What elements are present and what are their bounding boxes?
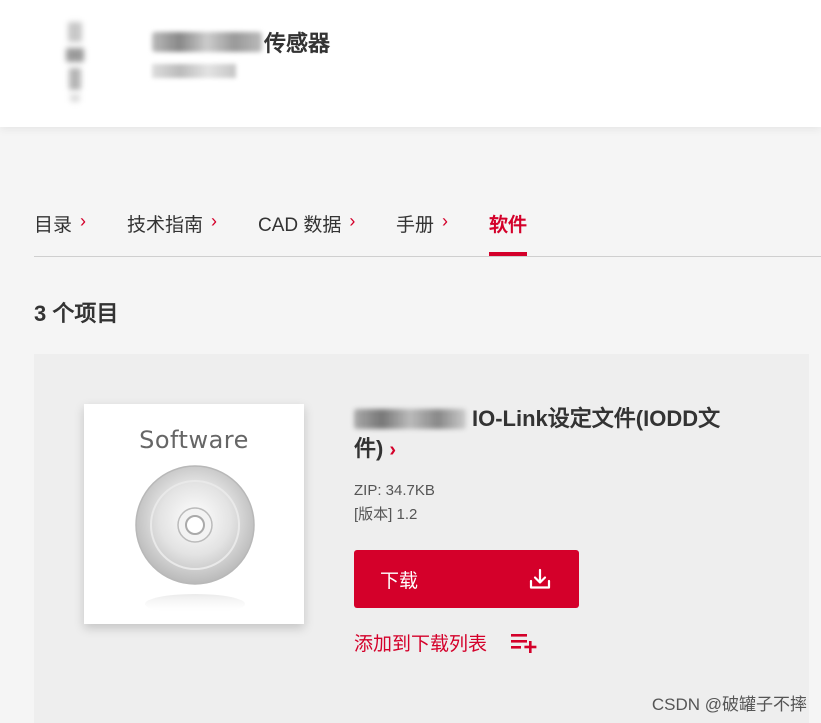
- chevron-right-icon: ›: [80, 211, 87, 231]
- cd-disc-icon: [135, 465, 255, 614]
- chevron-right-icon: ›: [442, 211, 449, 231]
- tab-label: 目录: [34, 215, 73, 236]
- tab-cad-data[interactable]: CAD 数据 ›: [258, 210, 355, 254]
- tab-label: CAD 数据: [258, 215, 342, 236]
- download-button[interactable]: 下载: [354, 550, 579, 608]
- section-tabs: 目录 › 技术指南 › CAD 数据 › 手册 › 软件: [34, 200, 821, 257]
- add-to-download-list-link[interactable]: 添加到下载列表: [354, 629, 539, 656]
- software-item-card: Software IO-Link设定文件(IODD文 件) › ZIP: 34.…: [34, 354, 809, 723]
- product-thumbnail-redacted: [62, 18, 90, 106]
- item-title-line1: IO-Link设定文件(IODD文: [472, 406, 721, 431]
- thumbnail-label: Software: [139, 426, 249, 454]
- version-info: [版本] 1.2: [354, 506, 418, 523]
- item-meta: ZIP: 34.7KB [版本] 1.2: [354, 479, 774, 527]
- tab-technical-guide[interactable]: 技术指南 ›: [127, 210, 217, 254]
- add-to-list-label: 添加到下载列表: [354, 634, 488, 655]
- chevron-right-icon: ›: [349, 211, 356, 231]
- chevron-right-icon: ›: [389, 439, 396, 461]
- product-title-suffix: 传感器: [264, 31, 331, 56]
- tab-software[interactable]: 软件: [489, 210, 528, 256]
- playlist-add-icon: [511, 633, 537, 653]
- item-title-link[interactable]: IO-Link设定文件(IODD文 件) ›: [354, 404, 734, 465]
- product-header: 传感器: [0, 0, 821, 127]
- download-icon: [529, 568, 551, 589]
- result-count: 3 个项目: [34, 301, 119, 326]
- tab-label: 技术指南: [127, 215, 204, 236]
- tab-label: 手册: [396, 215, 435, 236]
- item-title-line2: 件): [354, 436, 384, 461]
- software-thumbnail[interactable]: Software: [84, 404, 304, 624]
- watermark: CSDN @破罐子不摔: [651, 695, 807, 714]
- tab-label: 软件: [489, 215, 528, 236]
- tab-catalog[interactable]: 目录 ›: [34, 210, 86, 254]
- redacted-text: [152, 32, 262, 52]
- product-subtitle-redacted: [152, 64, 236, 78]
- redacted-text: [354, 409, 466, 429]
- tab-manual[interactable]: 手册 ›: [396, 210, 448, 254]
- download-button-label: 下载: [380, 571, 419, 592]
- product-title: 传感器: [152, 28, 330, 56]
- file-info: ZIP: 34.7KB: [354, 482, 435, 499]
- software-item-info: IO-Link设定文件(IODD文 件) › ZIP: 34.7KB [版本] 1…: [354, 404, 774, 655]
- chevron-right-icon: ›: [211, 211, 218, 231]
